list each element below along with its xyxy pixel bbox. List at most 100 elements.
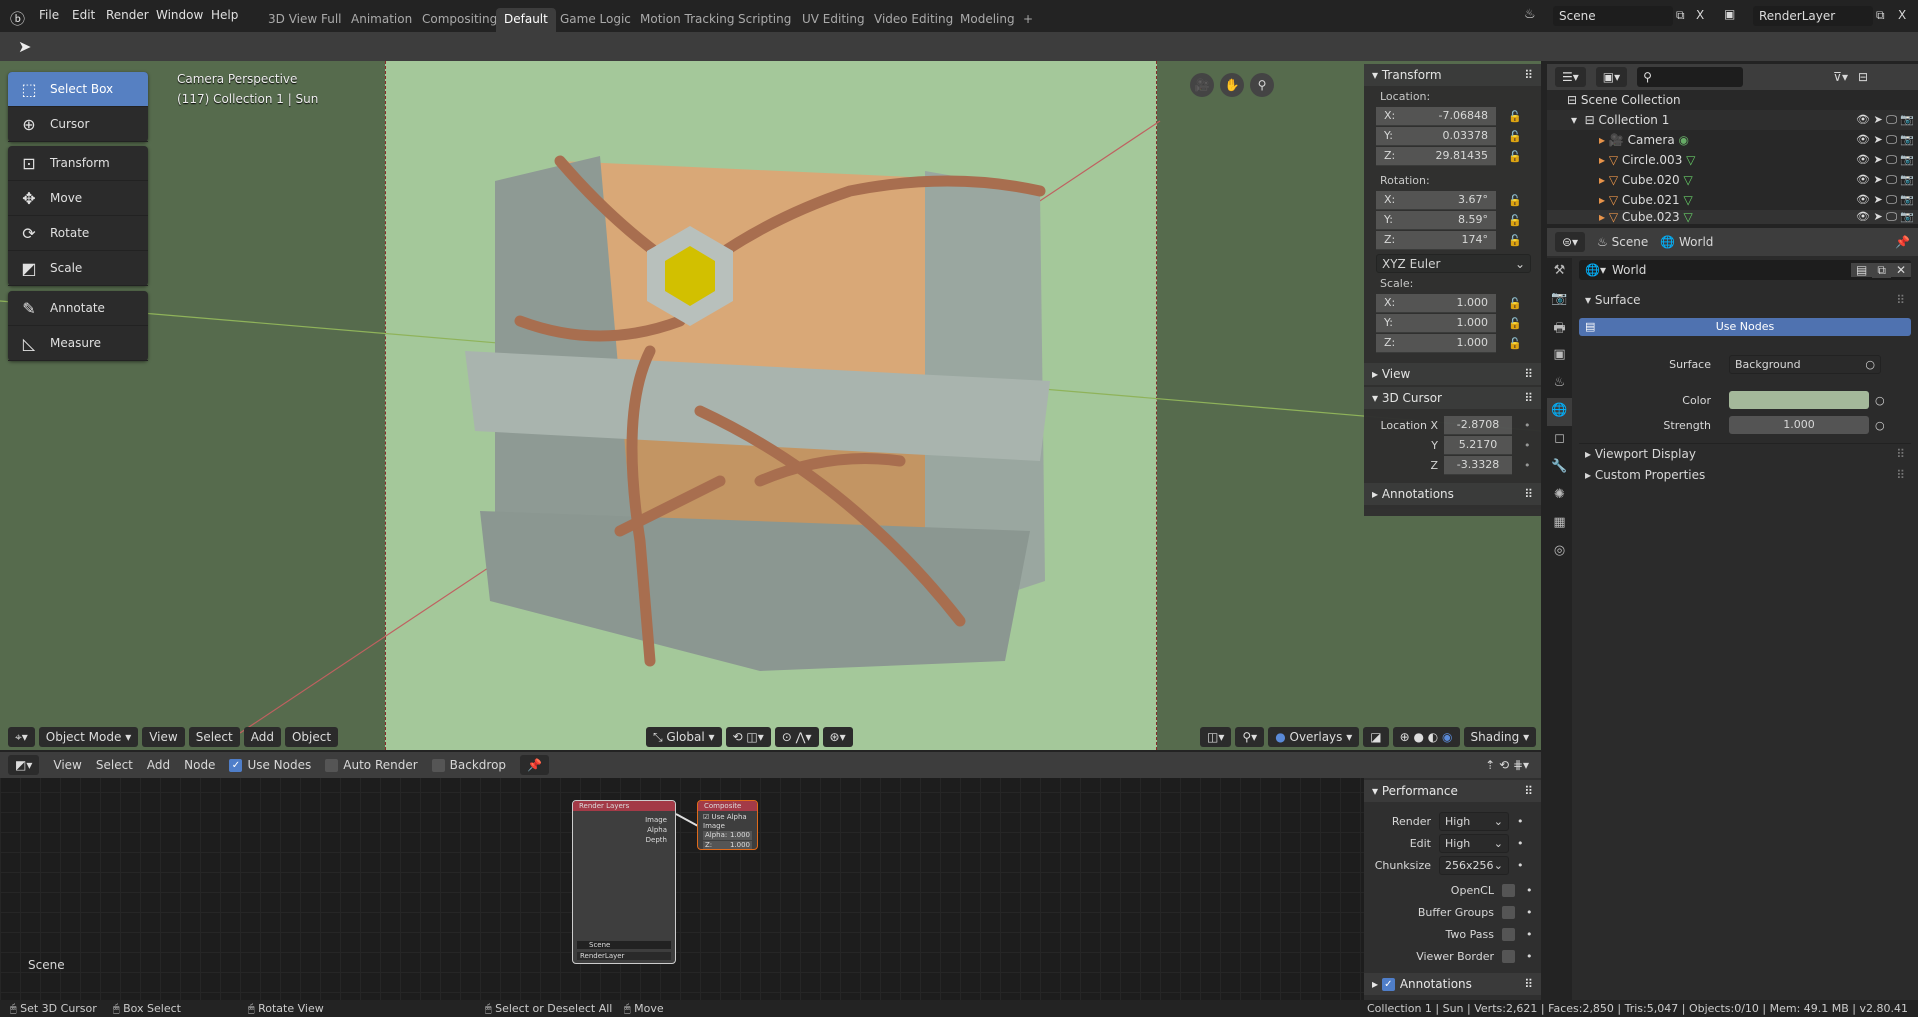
opencl-row[interactable]: OpenCL • [1364,879,1541,901]
modifiers-tab-icon[interactable]: 🔧 [1547,454,1572,482]
menu-file[interactable]: File [39,8,59,22]
cursor-location-z[interactable]: Z -3.3328 • [1376,455,1531,475]
rotation-z[interactable]: Z: 174° 🔓 [1376,230,1531,250]
add-workspace-button[interactable]: + [1015,8,1041,32]
tool-transform[interactable]: ⊡ Transform [8,146,148,181]
menu-add[interactable]: Add [147,758,170,772]
world-tab-icon[interactable]: 🌐 [1547,398,1572,426]
use-nodes-checkbox[interactable]: ✓ Use Nodes [229,758,311,772]
rotation-x[interactable]: X: 3.67° 🔓 [1376,190,1531,210]
pin-icon[interactable]: 📌 [1895,235,1910,249]
node-scene-field[interactable]: Scene [577,941,671,949]
menu-add[interactable]: Add [243,727,281,747]
object-tab-icon[interactable]: ◻ [1547,426,1572,454]
3d-viewport[interactable]: Camera Perspective (117) Collection 1 | … [0,61,1541,750]
use-nodes-button[interactable]: ▤ Use Nodes [1579,318,1911,336]
xray-icon[interactable]: ◪ [1363,727,1389,747]
menu-render[interactable]: Render [106,8,149,22]
lock-icon[interactable]: 🔓 [1508,297,1522,310]
tab-uv-editing[interactable]: UV Editing [794,8,873,32]
scale-y[interactable]: Y: 1.000 🔓 [1376,313,1531,333]
location-y[interactable]: Y: 0.03378 🔓 [1376,126,1531,146]
output-tab-icon[interactable]: 🖶 [1547,314,1572,342]
tool-annotate[interactable]: ✎ Annotate [8,291,148,326]
delete-scene-button[interactable]: X [1696,8,1704,22]
menu-select[interactable]: Select [96,758,133,772]
menu-view[interactable]: View [142,727,185,747]
world-datablock-field[interactable]: 🌐▾ World ▤ ⧉ ✕ [1579,260,1911,280]
menu-object[interactable]: Object [284,727,339,747]
menu-window[interactable]: Window [156,8,203,22]
physics-tab-icon[interactable]: ▦ [1547,510,1572,538]
tool-tab-icon[interactable]: ⚒ [1547,258,1572,286]
lock-icon[interactable]: 🔓 [1508,337,1522,350]
scene-field[interactable]: Scene [1553,6,1673,26]
new-collection-icon[interactable]: ⊟ [1858,70,1868,84]
chunksize-select[interactable]: 256x256 ⌄ [1439,855,1509,875]
annotations-header[interactable]: ▸ ✓ Annotations ⠿ [1364,973,1541,995]
tool-rotate[interactable]: ⟳ Rotate [8,216,148,251]
lock-icon[interactable]: 🔓 [1508,110,1522,123]
tab-scripting[interactable]: Scripting [730,8,799,32]
cursor-location-x[interactable]: Location X -2.8708 • [1376,415,1531,435]
menu-node[interactable]: Node [184,758,215,772]
tool-select-box[interactable]: ⬚ Select Box [8,72,148,107]
fake-user-icon[interactable]: ▤ [1851,263,1873,277]
edit-quality-select[interactable]: High ⌄ [1439,833,1509,853]
gizmo-icon[interactable]: ⚲▾ [1235,727,1265,747]
composite-node[interactable]: Composite ☑ Use Alpha Image Alpha: 1.000 … [697,800,758,850]
custom-properties-panel-header[interactable]: ▸ Custom Properties ⠿ [1579,465,1911,487]
tool-scale[interactable]: ◩ Scale [8,251,148,286]
input-image[interactable]: Image [703,822,752,831]
proportional-edit-icon[interactable]: ⊛▾ [822,727,853,747]
z-input[interactable]: Z: 1.000 [703,841,752,849]
editor-type-icon[interactable]: ⊜▾ [1555,232,1586,252]
snap-icons[interactable]: ⇡ ⟲ ⋕▾ [1485,758,1529,772]
menu-select[interactable]: Select [188,727,240,747]
backdrop-checkbox[interactable]: Backdrop [431,758,506,772]
lock-icon[interactable]: 🔓 [1508,317,1522,330]
tab-motion-tracking[interactable]: Motion Tracking [632,8,742,32]
viewport-display-panel-header[interactable]: ▸ Viewport Display ⠿ [1579,443,1911,465]
view-layer-tab-icon[interactable]: ▣ [1547,342,1572,370]
tab-game-logic[interactable]: Game Logic [552,8,639,32]
menu-help[interactable]: Help [211,8,238,22]
color-swatch[interactable] [1729,391,1869,409]
zoom-icon[interactable]: ⚲ [1250,73,1274,97]
render-layer-field[interactable]: RenderLayer [1753,6,1873,26]
render-layer-icon[interactable]: ▣ [1724,7,1735,21]
scale-x[interactable]: X: 1.000 🔓 [1376,293,1531,313]
outliner-item-cube-023[interactable]: ▸ ▽ Cube.023 ▽ 👁 ➤ 🖵 📷 [1547,210,1918,224]
outliner-item-cube-020[interactable]: ▸ ▽ Cube.020 ▽ 👁 ➤ 🖵 📷 [1547,170,1918,190]
location-x[interactable]: X: -7.06848 🔓 [1376,106,1531,126]
outliner-scene-collection[interactable]: ⊟ Scene Collection [1547,90,1918,110]
outliner-search-input[interactable]: ⚲ [1637,67,1744,87]
camera-view-icon[interactable]: 🎥 [1190,73,1214,97]
duplicate-icon[interactable]: ⧉ [1872,262,1891,278]
alpha-input[interactable]: Alpha: 1.000 [703,831,752,840]
visibility-icon[interactable]: ◫▾ [1200,727,1232,747]
constraints-tab-icon[interactable]: ◎ [1547,538,1572,566]
node-editor[interactable] [0,752,1541,1000]
transform-panel-header[interactable]: ▾ Transform ⠿ [1364,64,1541,86]
menu-view[interactable]: View [53,758,81,772]
lock-icon[interactable]: 🔓 [1508,234,1522,247]
rotation-y[interactable]: Y: 8.59° 🔓 [1376,210,1531,230]
breadcrumb-world[interactable]: 🌐 World [1660,235,1713,249]
use-alpha-checkbox[interactable]: ☑ Use Alpha [703,813,752,822]
lock-icon[interactable]: 🔓 [1508,214,1522,227]
tab-3d-view-full[interactable]: 3D View Full [260,8,350,32]
surface-select[interactable]: Background ○ [1729,354,1881,374]
editor-type-icon[interactable]: ◩▾ [8,755,40,775]
strength-field[interactable]: 1.000 [1729,416,1869,434]
scale-z[interactable]: Z: 1.000 🔓 [1376,333,1531,353]
lock-icon[interactable]: 🔓 [1508,194,1522,207]
pin-icon[interactable]: 📌 [520,755,550,775]
scene-icon[interactable]: ♨ [1524,7,1536,22]
lock-icon[interactable]: 🔓 [1508,150,1522,163]
particles-tab-icon[interactable]: ✺ [1547,482,1572,510]
lock-icon[interactable]: 🔓 [1508,130,1522,143]
surface-panel-header[interactable]: ▾ Surface ⠿ [1579,290,1911,312]
output-image[interactable]: Image [581,815,667,825]
breadcrumb-scene[interactable]: ♨ Scene [1597,235,1648,249]
